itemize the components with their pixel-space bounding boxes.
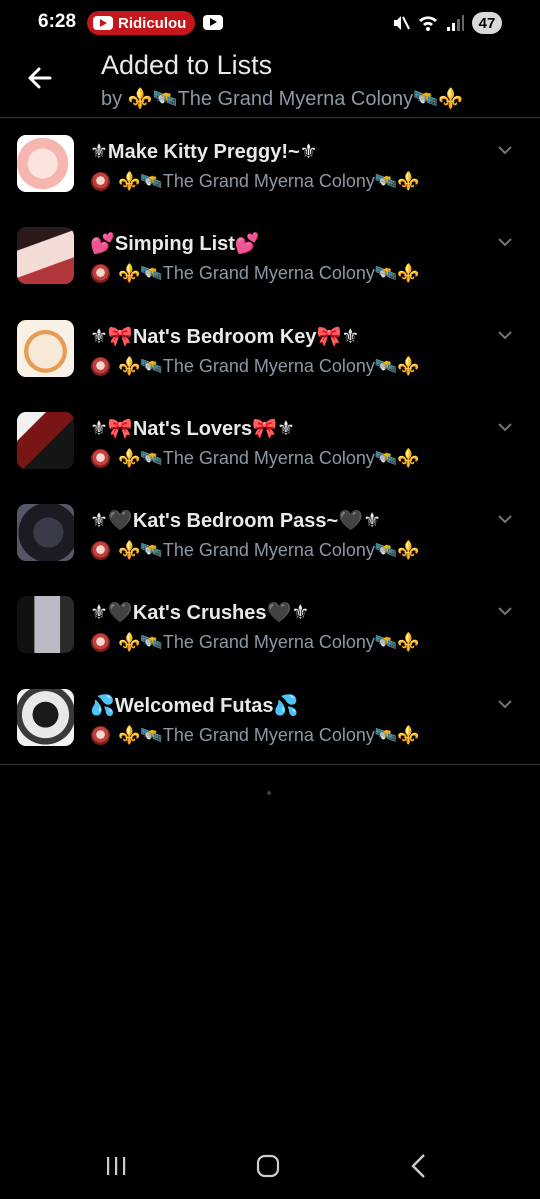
chevron-down-icon[interactable]	[496, 510, 514, 528]
list-owner: ⚜️🛰️The Grand Myerna Colony🛰️⚜️	[91, 725, 420, 746]
list-item[interactable]: ⚜🎀Nat's Bedroom Key🎀⚜ ⚜️🛰️The Grand Myer…	[0, 304, 540, 396]
list-thumbnail	[17, 688, 74, 746]
list-thumbnail	[17, 227, 74, 285]
owner-name: ⚜️🛰️The Grand Myerna Colony🛰️⚜️	[118, 632, 420, 653]
owner-name: ⚜️🛰️The Grand Myerna Colony🛰️⚜️	[118, 355, 420, 376]
scroll-indicator	[267, 791, 271, 795]
list-owner: ⚜️🛰️The Grand Myerna Colony🛰️⚜️	[91, 540, 420, 561]
list-owner: ⚜️🛰️The Grand Myerna Colony🛰️⚜️	[91, 356, 420, 377]
list-thumbnail	[17, 319, 74, 377]
list-owner: ⚜️🛰️The Grand Myerna Colony🛰️⚜️	[91, 632, 420, 653]
avatar	[91, 725, 110, 745]
owner-name: ⚜️🛰️The Grand Myerna Colony🛰️⚜️	[118, 540, 420, 561]
list-item[interactable]: ⚜🖤Kat's Bedroom Pass~🖤⚜ ⚜️🛰️The Grand My…	[0, 488, 540, 580]
list-name: ⚜🖤Kat's Bedroom Pass~🖤⚜	[90, 510, 382, 533]
chevron-down-icon[interactable]	[496, 418, 514, 436]
recent-apps-icon[interactable]	[104, 1155, 128, 1177]
avatar	[91, 356, 110, 376]
list-thumbnail	[17, 135, 74, 192]
list-owner: ⚜️🛰️The Grand Myerna Colony🛰️⚜️	[91, 448, 420, 469]
owner-name: ⚜️🛰️The Grand Myerna Colony🛰️⚜️	[118, 171, 420, 191]
list-thumbnail	[17, 596, 74, 654]
list-name: ⚜🎀Nat's Bedroom Key🎀⚜	[90, 325, 360, 348]
list-name: 💕Simping List💕	[90, 233, 260, 256]
youtube-icon	[93, 16, 113, 30]
list-name: ⚜🖤Kat's Crushes🖤⚜	[90, 602, 310, 625]
nav-back-icon[interactable]	[409, 1153, 427, 1179]
chevron-down-icon[interactable]	[496, 326, 514, 344]
avatar	[91, 172, 110, 191]
status-time: 6:28	[38, 11, 77, 32]
youtube-small-icon	[203, 15, 223, 30]
youtube-notification-pill[interactable]: Ridiculou	[87, 11, 195, 35]
back-arrow-icon[interactable]	[24, 62, 56, 94]
notification-text: Ridiculou	[118, 14, 187, 32]
lists-container: ⚜Make Kitty Preggy!~⚜ ⚜️🛰️The Grand Myer…	[0, 119, 540, 765]
owner-name: ⚜️🛰️The Grand Myerna Colony🛰️⚜️	[118, 263, 420, 284]
chevron-down-icon[interactable]	[496, 233, 514, 251]
mute-icon	[394, 16, 410, 30]
list-item[interactable]: ⚜🖤Kat's Crushes🖤⚜ ⚜️🛰️The Grand Myerna C…	[0, 580, 540, 672]
list-divider	[0, 764, 540, 765]
signal-icon	[447, 15, 464, 31]
avatar	[91, 541, 110, 561]
wifi-icon	[419, 16, 437, 31]
chevron-down-icon[interactable]	[496, 141, 514, 159]
status-icons: 47	[391, 12, 502, 34]
owner-name: ⚜️🛰️The Grand Myerna Colony🛰️⚜️	[118, 724, 420, 745]
list-item[interactable]: ⚜🎀Nat's Lovers🎀⚜ ⚜️🛰️The Grand Myerna Co…	[0, 396, 540, 488]
page-title: Added to Lists	[101, 50, 273, 80]
chevron-down-icon[interactable]	[496, 602, 514, 620]
battery-indicator: 47	[472, 12, 502, 34]
page-header: Added to Lists by ⚜️🛰️The Grand Myerna C…	[0, 46, 540, 118]
avatar	[91, 264, 110, 284]
list-thumbnail	[17, 411, 74, 469]
list-name: 💦Welcomed Futas💦	[90, 694, 299, 717]
list-name: ⚜Make Kitty Preggy!~⚜	[90, 141, 318, 163]
owner-name: ⚜️🛰️The Grand Myerna Colony🛰️⚜️	[118, 447, 420, 468]
list-thumbnail	[17, 504, 74, 562]
list-owner: ⚜️🛰️The Grand Myerna Colony🛰️⚜️	[91, 171, 420, 192]
avatar	[91, 448, 110, 468]
status-bar: 6:28 Ridiculou 47	[0, 0, 540, 46]
list-name: ⚜🎀Nat's Lovers🎀⚜	[90, 417, 295, 440]
list-item[interactable]: 💕Simping List💕 ⚜️🛰️The Grand Myerna Colo…	[0, 211, 540, 303]
page-subtitle[interactable]: by ⚜️🛰️The Grand Myerna Colony🛰️⚜️	[101, 86, 526, 111]
home-icon[interactable]	[256, 1154, 280, 1178]
chevron-down-icon[interactable]	[496, 695, 514, 713]
system-nav-bar	[0, 1135, 540, 1199]
list-item[interactable]: 💦Welcomed Futas💦 ⚜️🛰️The Grand Myerna Co…	[0, 673, 540, 765]
list-owner: ⚜️🛰️The Grand Myerna Colony🛰️⚜️	[91, 263, 420, 284]
list-item[interactable]: ⚜Make Kitty Preggy!~⚜ ⚜️🛰️The Grand Myer…	[0, 119, 540, 211]
avatar	[91, 633, 110, 653]
